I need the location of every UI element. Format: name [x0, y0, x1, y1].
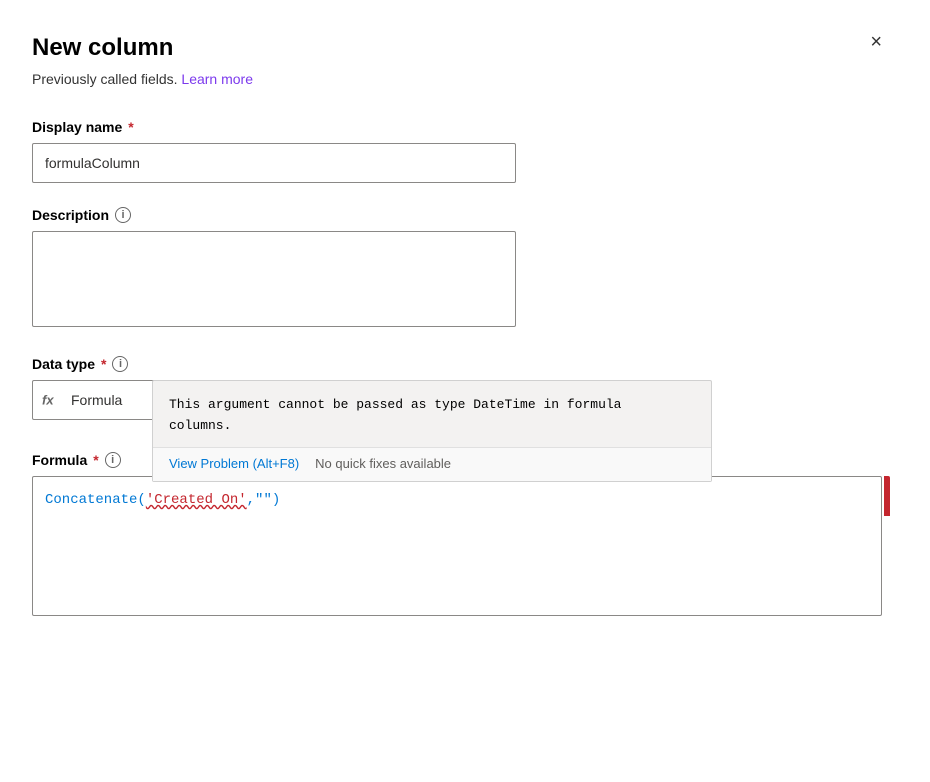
tooltip-message: This argument cannot be passed as type D…: [153, 381, 711, 447]
description-input[interactable]: [32, 231, 516, 327]
learn-more-link[interactable]: Learn more: [181, 71, 253, 87]
formula-info-icon[interactable]: i: [105, 452, 121, 468]
formula-required: *: [93, 452, 98, 468]
formula-function: Concatenate(: [45, 492, 146, 508]
tooltip-box: This argument cannot be passed as type D…: [152, 380, 712, 482]
tooltip-actions: View Problem (Alt+F8) No quick fixes ava…: [153, 447, 711, 481]
panel-header: New column ×: [32, 32, 890, 63]
new-column-panel: New column × Previously called fields. L…: [0, 0, 930, 782]
data-type-label: Data type * i: [32, 356, 890, 372]
data-type-required: *: [101, 356, 106, 372]
no-fix-label: No quick fixes available: [315, 456, 451, 471]
formula-error-bar: [884, 476, 890, 516]
close-button[interactable]: ×: [862, 28, 890, 56]
display-name-group: Display name *: [32, 119, 890, 183]
formula-editor[interactable]: Concatenate('Created On',""): [32, 476, 882, 616]
formula-rest: ,""): [247, 492, 281, 508]
display-name-input[interactable]: [32, 143, 516, 183]
description-info-icon[interactable]: i: [115, 207, 131, 223]
data-type-info-icon[interactable]: i: [112, 356, 128, 372]
formula-string: 'Created On': [146, 492, 247, 508]
data-type-group: Data type * i fx This argument cannot be…: [32, 356, 890, 420]
view-problem-link[interactable]: View Problem (Alt+F8): [169, 456, 299, 471]
description-label: Description i: [32, 207, 890, 223]
display-name-label: Display name *: [32, 119, 890, 135]
description-group: Description i: [32, 207, 890, 332]
panel-title: New column: [32, 32, 173, 63]
formula-editor-wrapper: Concatenate('Created On',""): [32, 476, 890, 616]
display-name-required: *: [128, 119, 133, 135]
subtitle-text: Previously called fields. Learn more: [32, 71, 890, 87]
